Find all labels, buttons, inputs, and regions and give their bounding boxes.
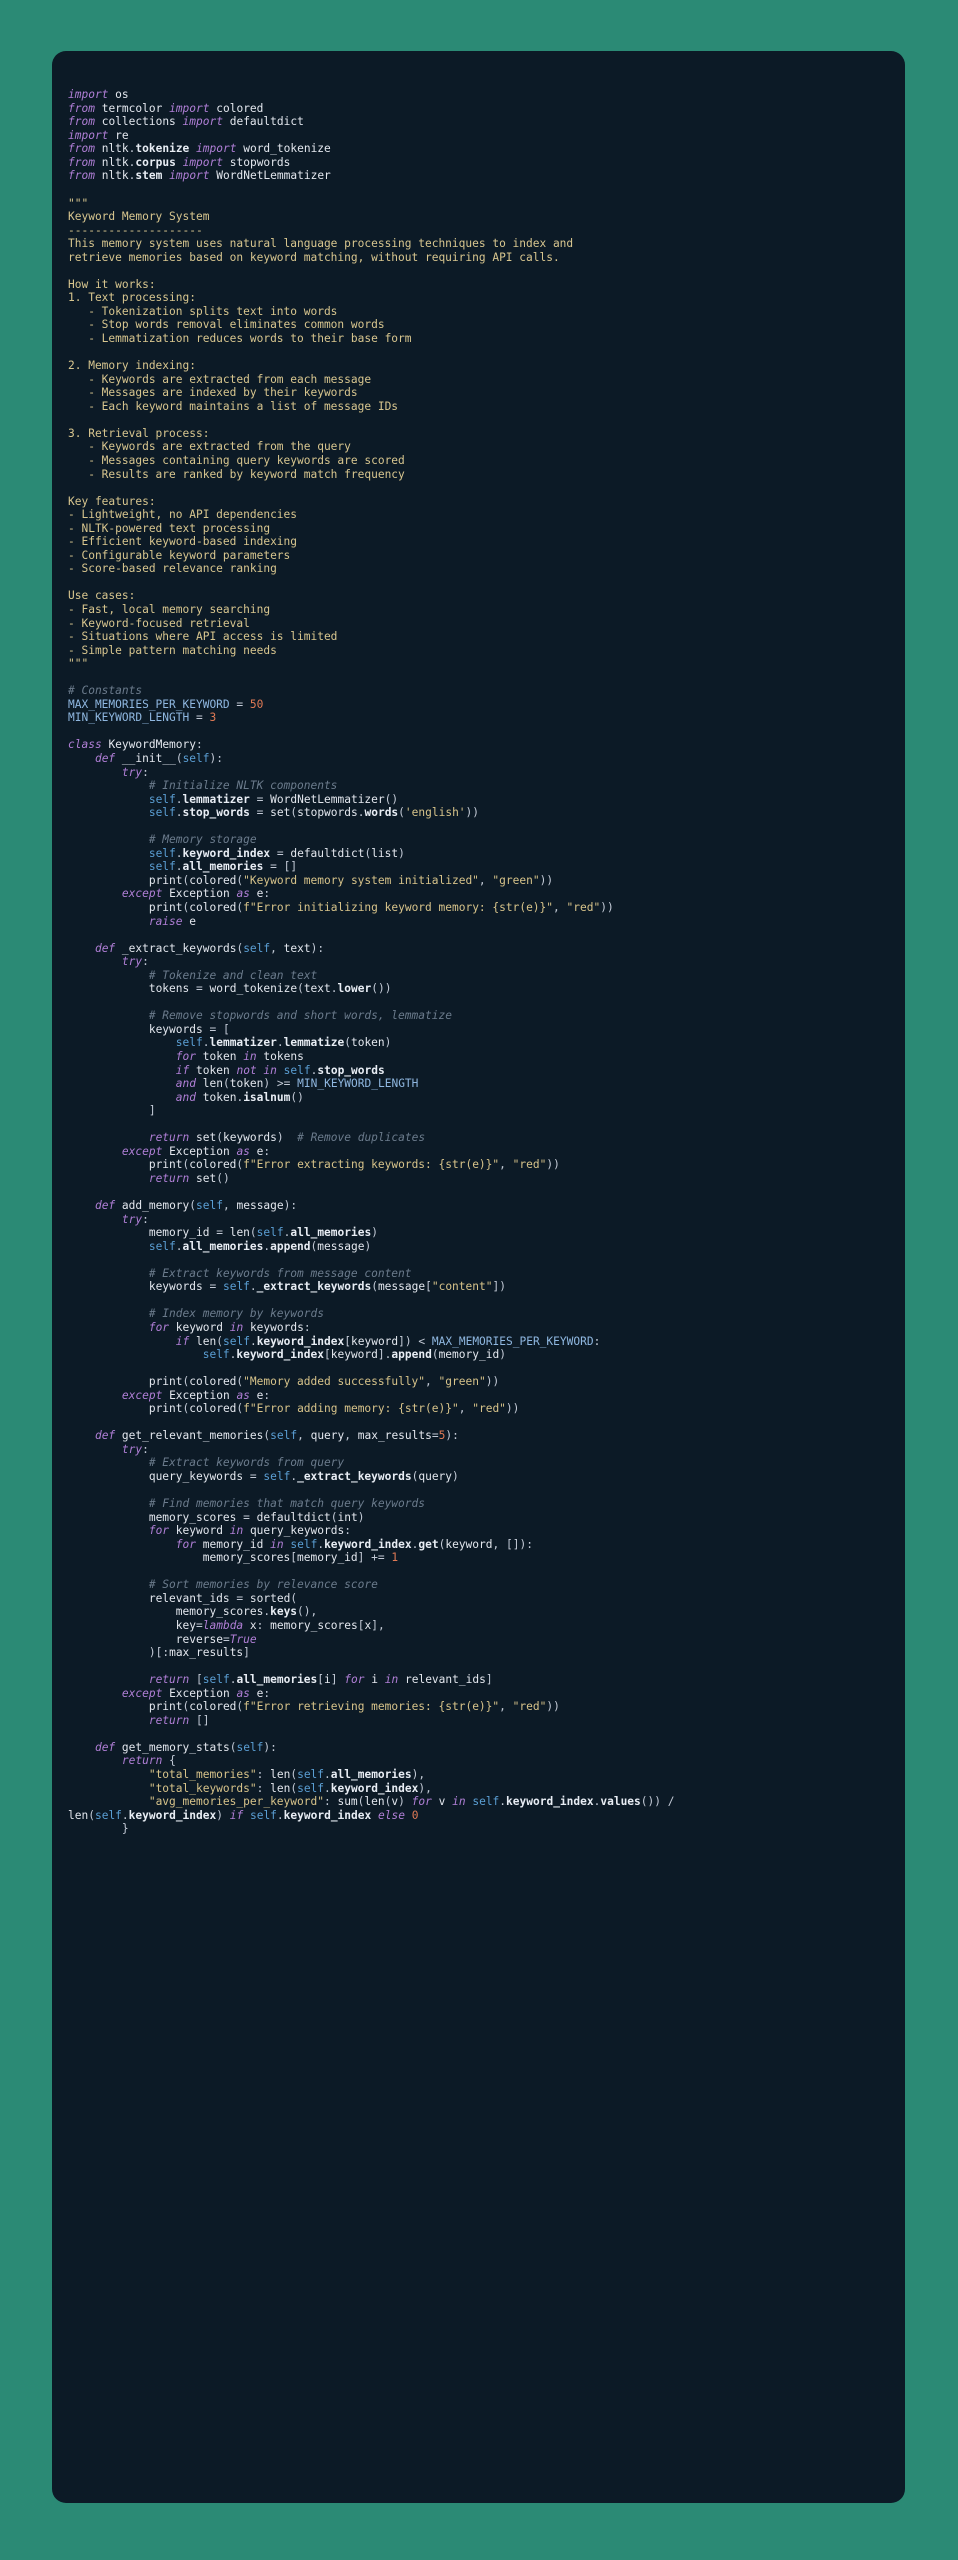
source-code[interactable]: import os from termcolor import colored fr… — [52, 88, 905, 1836]
code-block-card: import os from termcolor import colored fr… — [52, 51, 905, 2503]
